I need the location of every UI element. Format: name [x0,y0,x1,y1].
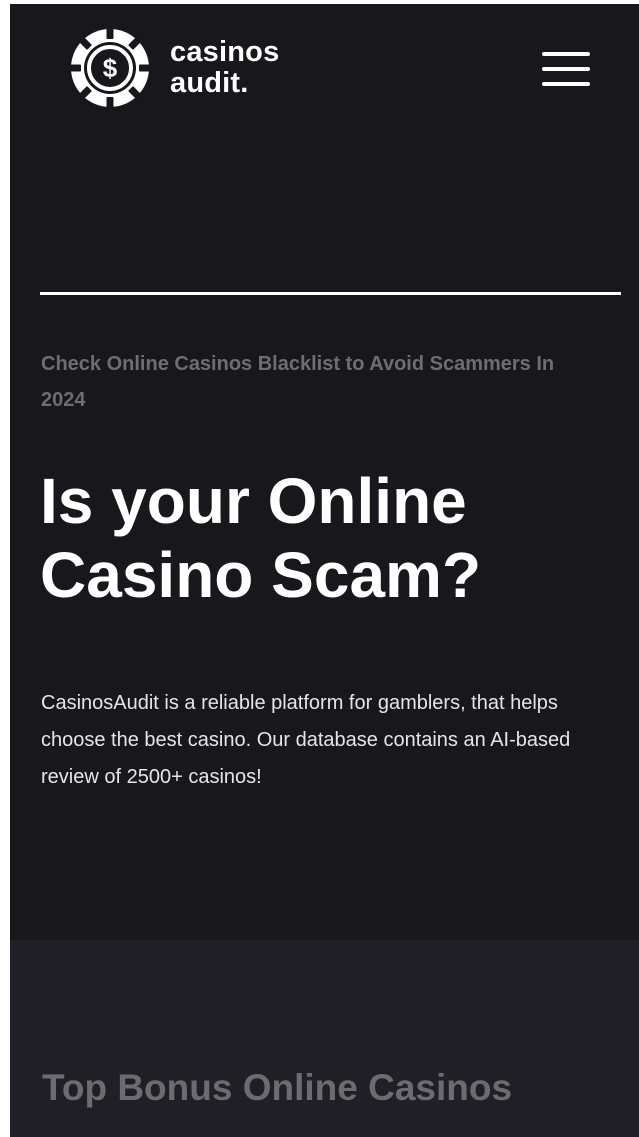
svg-text:$: $ [103,53,118,83]
hero-title: Is your Online Casino Scam? [40,465,482,611]
hamburger-menu-icon [542,52,590,56]
page-viewport: $ casinos audit. Check Online Casinos Bl… [10,4,639,1137]
logo-line-2: audit. [170,67,249,99]
site-logo-link[interactable]: $ casinos audit. [68,26,279,110]
dollar-chip-icon: $ [69,27,151,109]
hero-eyebrow: Check Online Casinos Blacklist to Avoid … [41,353,555,411]
section-title: Top Bonus Online Casinos [42,1067,513,1108]
hero-description: CasinosAudit is a reliable platform for … [41,692,571,788]
hero-divider [40,292,621,295]
logo-wordmark: casinos audit. [170,37,279,99]
logo-line-1: casinos [170,36,280,68]
menu-button[interactable] [540,50,592,90]
hamburger-menu-icon-bar [542,82,590,86]
site-header: $ casinos audit. [10,4,639,144]
hamburger-menu-icon-bar [542,67,590,71]
